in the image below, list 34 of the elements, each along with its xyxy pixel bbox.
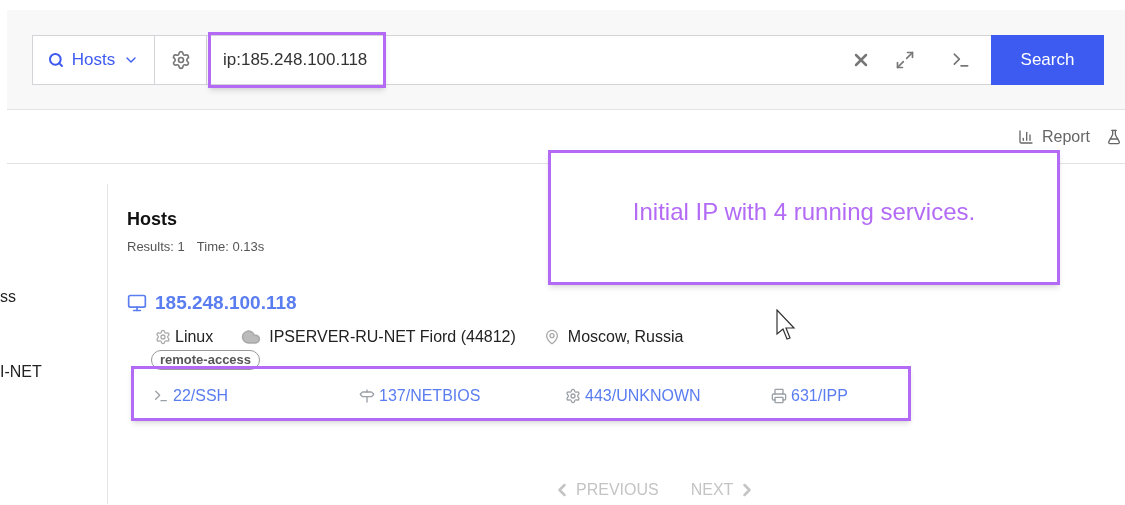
cloud-icon: [241, 327, 262, 347]
location-label: Moscow, Russia: [567, 327, 684, 347]
gear-icon: [565, 388, 581, 404]
terminal-icon: [153, 388, 169, 404]
search-field[interactable]: ip:185.248.100.118: [207, 35, 851, 85]
host-ip-link[interactable]: 185.248.100.118: [127, 288, 1125, 317]
sidebar-item[interactable]: ss: [0, 285, 16, 309]
signpost-icon: [359, 388, 375, 404]
annotation-callout: Initial IP with 4 running services.: [548, 150, 1060, 285]
results-time: Time: 0.13s: [196, 238, 265, 256]
mouse-cursor-icon: [776, 309, 796, 341]
results-count: Results: 1: [127, 238, 185, 256]
results-title: Hosts: [127, 208, 177, 231]
settings-icon: [170, 50, 191, 70]
service-link[interactable]: 137/NETBIOS: [359, 384, 565, 408]
network-label: IPSERVER-RU-NET Fiord (44812): [269, 327, 516, 347]
expand-icon[interactable]: [895, 50, 915, 70]
monitor-icon: [127, 292, 147, 313]
search-button[interactable]: Search: [991, 35, 1104, 85]
flask-icon[interactable]: [1106, 128, 1122, 145]
settings-button[interactable]: [155, 35, 207, 85]
bar-chart-icon: [1017, 128, 1034, 145]
location-pin-icon: [543, 329, 560, 345]
terminal-icon[interactable]: [951, 50, 971, 70]
service-link[interactable]: 22/SSH: [153, 384, 359, 408]
service-link[interactable]: 631/IPP: [771, 384, 977, 408]
search-icon: [47, 52, 64, 68]
scope-dropdown[interactable]: Hosts: [32, 35, 155, 85]
report-button[interactable]: Report: [1017, 124, 1090, 149]
os-label: Linux: [175, 327, 214, 347]
printer-icon: [771, 388, 787, 404]
sidebar-item[interactable]: I-NET: [0, 360, 42, 384]
gear-icon: [155, 329, 171, 345]
service-link[interactable]: 443/UNKNOWN: [565, 384, 771, 408]
